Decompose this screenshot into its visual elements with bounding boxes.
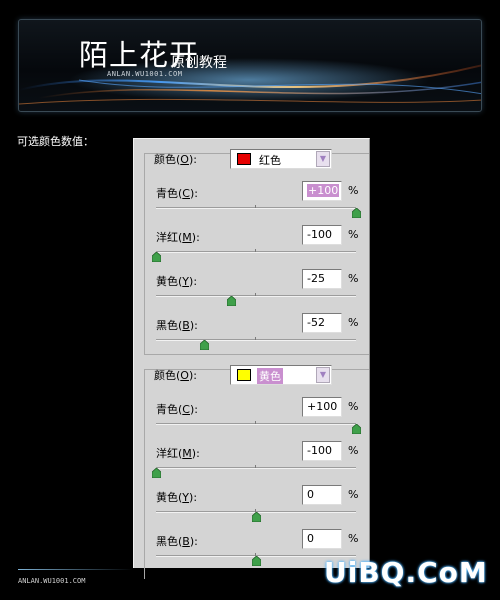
slider-label: 黑色(B): [156,319,198,332]
color-swatch [237,369,251,381]
color-label: 颜色(O): [154,153,197,166]
value-input[interactable]: 0 [302,485,342,505]
percent-sign: % [348,532,359,545]
percent-sign: % [348,316,359,329]
value-input[interactable]: +100 [302,181,342,201]
value-input[interactable]: +100 [302,397,342,417]
value-input[interactable]: -52 [302,313,342,333]
color-select-value: 黄色 [257,368,283,384]
slider-row-yellow: 黄色(Y): 0 % [156,485,366,529]
slider-label: 黑色(B): [156,535,198,548]
color-select[interactable]: 红色 ▼ [230,149,332,169]
value-input[interactable]: 0 [302,529,342,549]
percent-sign: % [348,184,359,197]
color-swatch [237,153,251,165]
dropdown-arrow-icon[interactable]: ▼ [316,367,330,383]
color-select-value: 红色 [259,154,281,167]
dropdown-arrow-icon[interactable]: ▼ [316,151,330,167]
slider-track[interactable] [156,293,356,297]
banner-subtitle: 原创教程 [171,55,227,71]
value-input[interactable]: -25 [302,269,342,289]
slider-row-cyan: 青色(C): +100 % [156,397,366,441]
banner-url: ANLAN.WU1001.COM [107,70,183,78]
slider-label: 青色(C): [156,187,198,200]
slider-row-yellow: 黄色(Y): -25 % [156,269,366,313]
selective-color-panel: 颜色(O): 红色 ▼ 青色(C): +100 % 洋红(M): -100 % … [133,138,370,579]
percent-sign: % [348,444,359,457]
value-input[interactable]: -100 [302,441,342,461]
percent-sign: % [348,488,359,501]
slider-row-cyan: 青色(C): +100 % [156,181,366,225]
slider-thumb[interactable] [351,424,361,434]
watermark-logo: UiBQ.CoM [324,556,488,589]
slider-thumb[interactable] [226,296,236,306]
slider-label: 黄色(Y): [156,275,198,288]
slider-label: 洋红(M): [156,447,200,460]
slider-row-black: 黑色(B): -52 % [156,313,366,357]
slider-thumb[interactable] [151,468,161,478]
slider-thumb[interactable] [251,556,261,566]
slider-label: 洋红(M): [156,231,200,244]
slider-thumb[interactable] [351,208,361,218]
slider-track[interactable] [156,421,356,425]
slider-label: 黄色(Y): [156,491,198,504]
slider-row-magenta: 洋红(M): -100 % [151,225,366,269]
slider-track[interactable] [156,249,356,253]
footer-url: ANLAN.WU1001.COM [18,577,86,585]
slider-row-magenta: 洋红(M): -100 % [151,441,366,485]
slider-label: 青色(C): [156,403,198,416]
percent-sign: % [348,228,359,241]
slider-thumb[interactable] [199,340,209,350]
value-input[interactable]: -100 [302,225,342,245]
color-label: 颜色(O): [154,369,197,382]
slider-track[interactable] [156,337,356,341]
banner: 陌上花开 原创教程 ANLAN.WU1001.COM [0,0,500,125]
slider-track[interactable] [156,465,356,469]
section-label: 可选颜色数值： [17,135,94,148]
percent-sign: % [348,400,359,413]
percent-sign: % [348,272,359,285]
slider-thumb[interactable] [151,252,161,262]
slider-track[interactable] [156,205,356,209]
slider-thumb[interactable] [251,512,261,522]
color-select[interactable]: 黄色 ▼ [230,365,332,385]
banner-frame: 陌上花开 原创教程 ANLAN.WU1001.COM [18,19,482,112]
footer-divider [18,569,133,570]
